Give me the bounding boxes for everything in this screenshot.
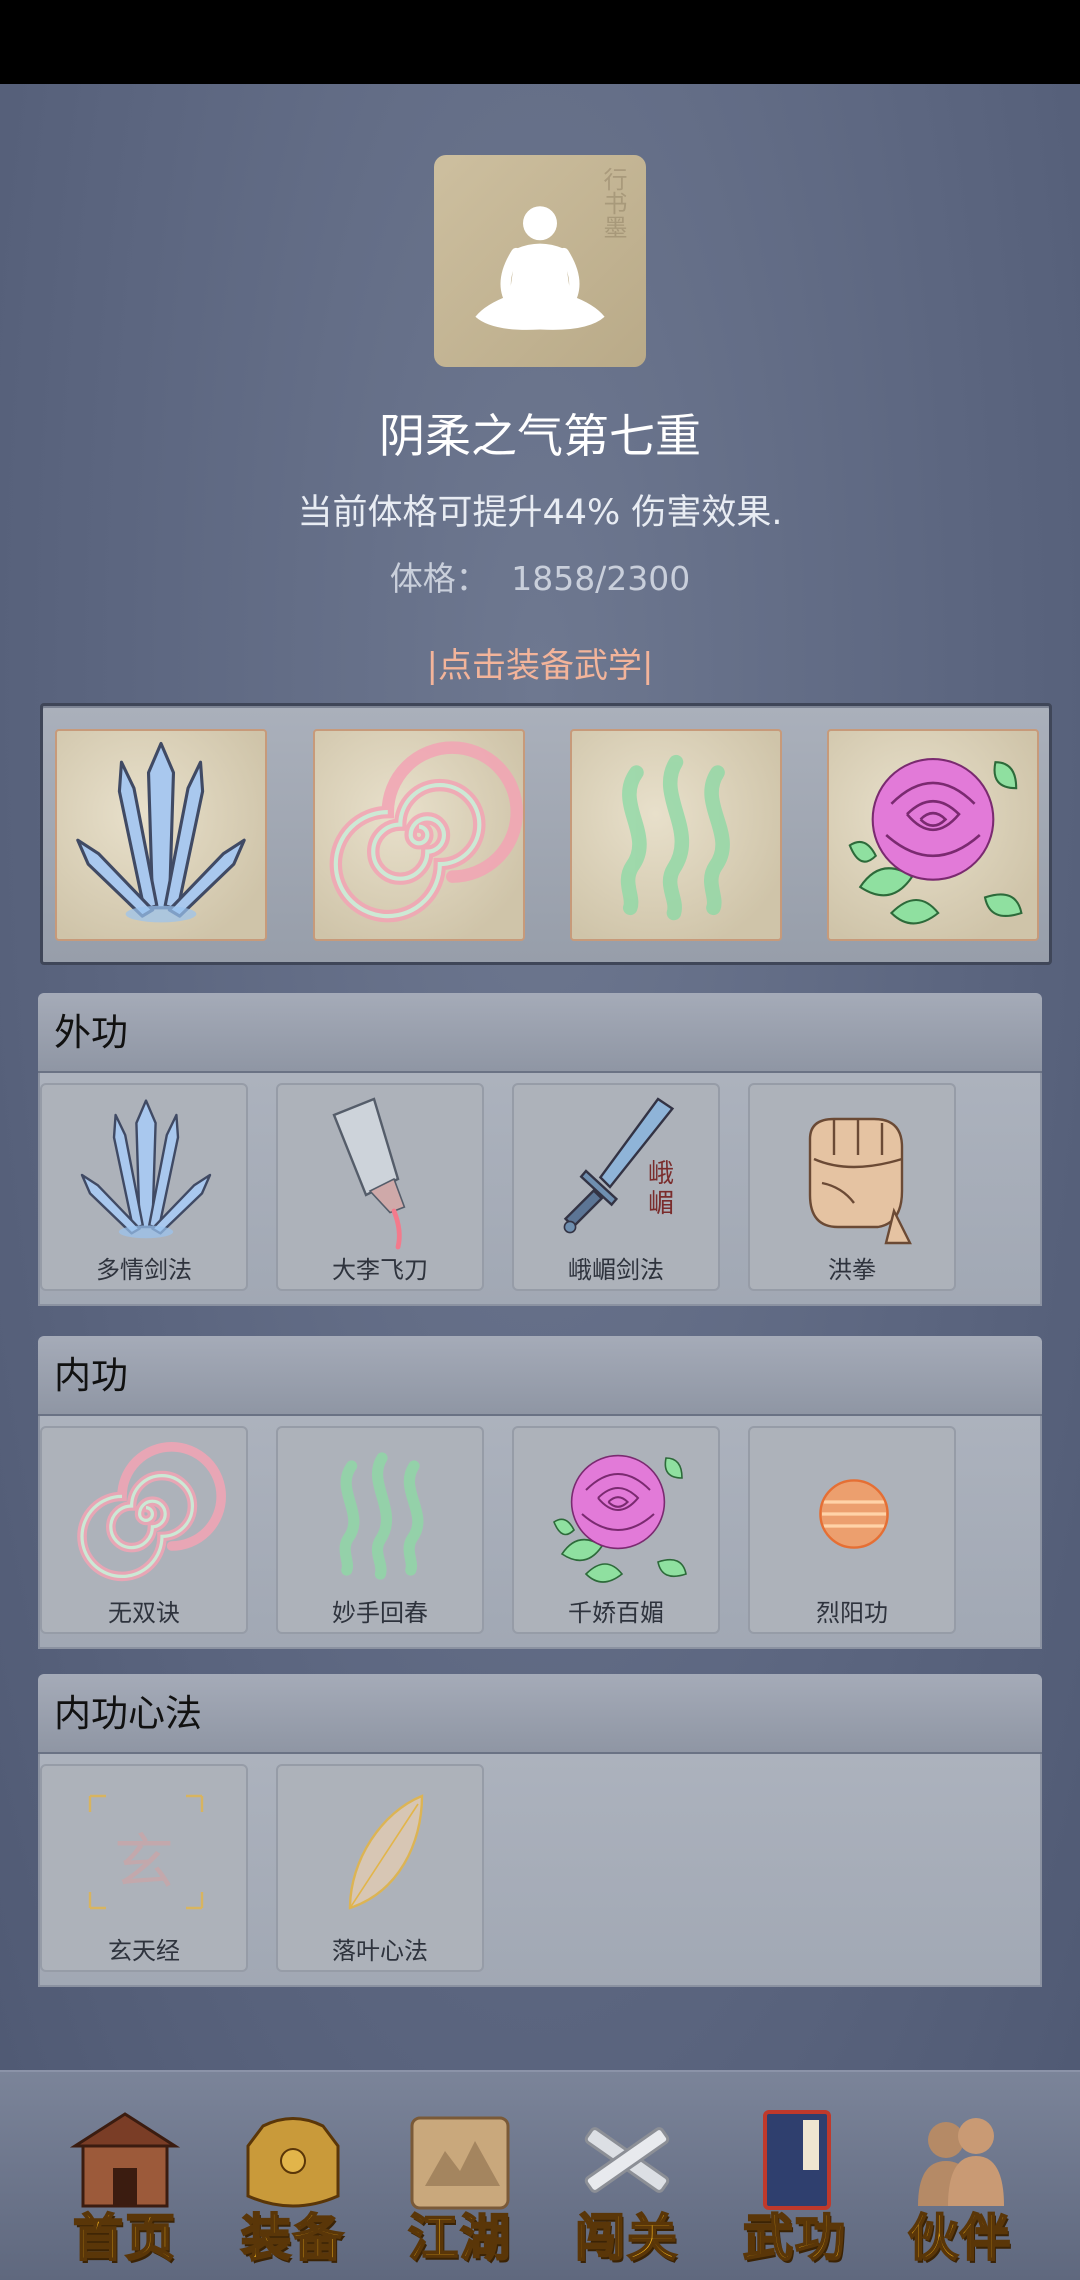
skill-card-xuantian[interactable]: 玄 玄天经 (40, 1764, 248, 1972)
mind-skills-title: 内功心法 (38, 1674, 1042, 1754)
skill-label: 峨嵋剑法 (568, 1256, 664, 1284)
mind-skills-grid: 玄 玄天经 落叶心法 (38, 1754, 1042, 1987)
outer-skills-grid: 多情剑法 大李飞刀 峨 嵋 峨嵋剑法 洪拳 (38, 1073, 1042, 1306)
skill-card-miaoshou[interactable]: 妙手回春 (276, 1426, 484, 1634)
nav-martial-arts[interactable]: 武功 (720, 2102, 870, 2268)
bottom-nav: 首页 装备 江湖 闯关 武功 伙伴 (0, 2070, 1080, 2280)
nav-home[interactable]: 首页 (50, 2102, 200, 2268)
skill-label: 无双诀 (108, 1599, 180, 1627)
spiral-icon (315, 731, 523, 939)
outer-skills-title: 外功 (38, 993, 1042, 1073)
constitution-value: 1858/2300 (511, 559, 691, 598)
outer-skills-section: 外功 多情剑法 大李飞刀 峨 嵋 峨嵋剑法 洪拳 (38, 993, 1042, 1306)
status-bar (0, 0, 1080, 84)
realm-title: 阴柔之气第七重 (379, 409, 701, 463)
spiral-icon (42, 1434, 250, 1594)
sword-fan-icon (42, 1091, 250, 1251)
skill-label: 大李飞刀 (332, 1256, 428, 1284)
mind-skills-section: 内功心法 玄 玄天经 落叶心法 (38, 1674, 1042, 1987)
nav-challenge-label: 闯关 (574, 2207, 679, 2268)
rose-icon (829, 731, 1037, 939)
skill-card-duoqing[interactable]: 多情剑法 (40, 1083, 248, 1291)
equipped-skills-panel (40, 703, 1052, 965)
skill-card-wushuang[interactable]: 无双诀 (40, 1426, 248, 1634)
equip-slot-3[interactable] (570, 729, 782, 941)
equip-slot-1[interactable] (55, 729, 267, 941)
xuan-character: 玄 (114, 1828, 174, 1898)
skill-card-hongquan[interactable]: 洪拳 (748, 1083, 956, 1291)
inner-skills-section: 内功 无双诀 妙手回春 千娇百媚 烈阳功 (38, 1336, 1042, 1649)
nav-equipment-label: 装备 (240, 2207, 345, 2268)
skill-label: 千娇百媚 (568, 1599, 664, 1627)
skill-label: 烈阳功 (816, 1599, 888, 1627)
realm-description: 当前体格可提升44% 伤害效果. (297, 493, 783, 533)
green-wave-icon (572, 731, 780, 939)
equip-skills-link[interactable]: |点击装备武学| (0, 638, 1080, 687)
nav-jianghu[interactable]: 江湖 (385, 2102, 535, 2268)
skill-card-lieyang[interactable]: 烈阳功 (748, 1426, 956, 1634)
nav-equipment[interactable]: 装备 (218, 2102, 368, 2268)
skill-label: 洪拳 (828, 1256, 876, 1284)
fire-orb-icon (750, 1434, 958, 1594)
rose-icon (514, 1434, 722, 1594)
nav-partners[interactable]: 伙伴 (885, 2102, 1035, 2268)
skill-label: 玄天经 (108, 1937, 180, 1965)
skill-card-luoye[interactable]: 落叶心法 (276, 1764, 484, 1972)
constitution-stat: 体格： 1858/2300 (0, 552, 1080, 600)
meditation-avatar: 行书墨 (434, 155, 646, 367)
skill-card-qianjiao[interactable]: 千娇百媚 (512, 1426, 720, 1634)
inner-skills-grid: 无双诀 妙手回春 千娇百媚 烈阳功 (38, 1416, 1042, 1649)
leaf-icon (278, 1772, 486, 1932)
emei-calligraphy: 峨 嵋 (648, 1159, 675, 1219)
equip-slot-2[interactable] (313, 729, 525, 941)
nav-challenge[interactable]: 闯关 (552, 2102, 702, 2268)
nav-partners-label: 伙伴 (907, 2207, 1012, 2268)
equip-slot-4[interactable] (827, 729, 1039, 941)
skill-label: 多情剑法 (96, 1256, 192, 1284)
nav-martial-arts-label: 武功 (742, 2207, 847, 2268)
constitution-label: 体格： (389, 559, 489, 598)
inner-skills-title: 内功 (38, 1336, 1042, 1416)
nav-home-label: 首页 (72, 2207, 177, 2268)
skill-card-emei[interactable]: 峨 嵋 峨嵋剑法 (512, 1083, 720, 1291)
meditating-figure-icon (450, 185, 630, 355)
skill-label: 落叶心法 (332, 1937, 428, 1965)
cleaver-icon (278, 1091, 486, 1251)
nav-jianghu-label: 江湖 (407, 2207, 512, 2268)
sword-fan-icon (57, 731, 265, 939)
skill-label: 妙手回春 (332, 1599, 428, 1627)
fist-icon (750, 1091, 958, 1251)
skill-card-feidao[interactable]: 大李飞刀 (276, 1083, 484, 1291)
sword-icon (514, 1091, 722, 1251)
green-wave-icon (278, 1434, 486, 1594)
